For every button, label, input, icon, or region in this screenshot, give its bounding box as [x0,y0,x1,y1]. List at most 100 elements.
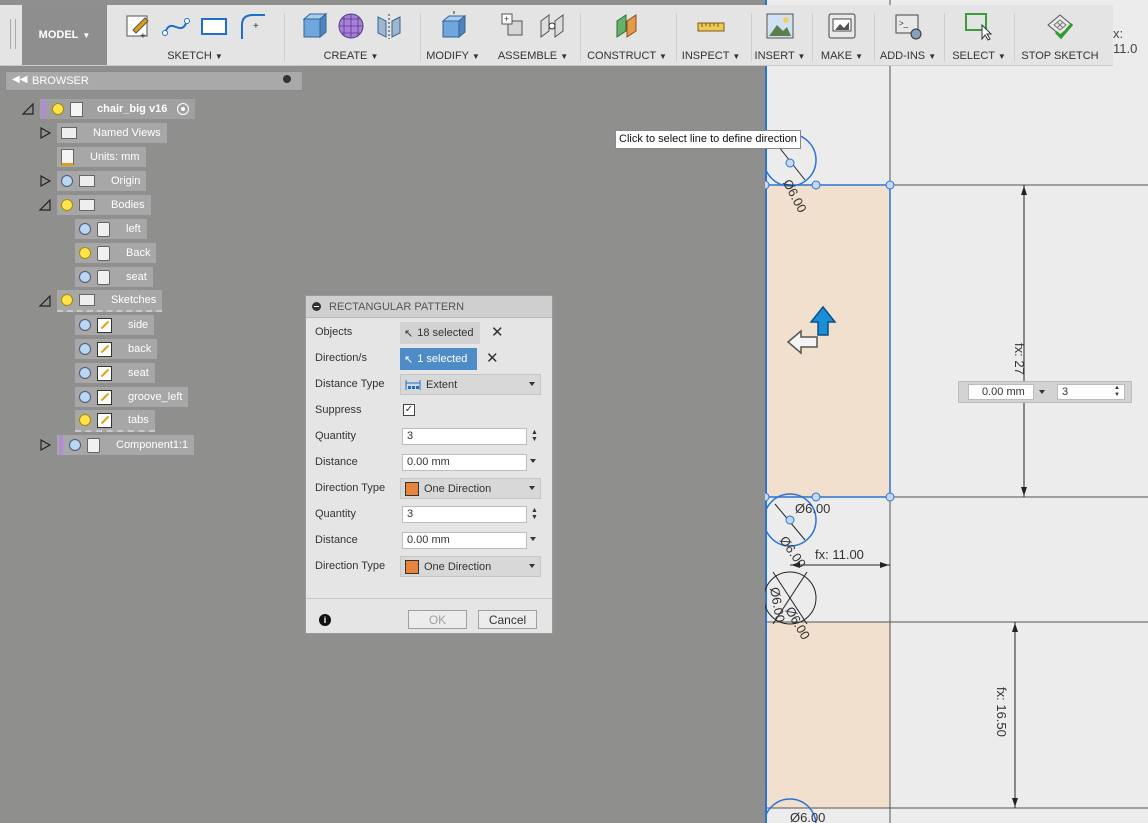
units-pill[interactable]: Units: mm [57,147,146,167]
make-menu[interactable]: MAKE ▼ [814,5,870,65]
collapse-panel-icon[interactable]: ◀◀ [12,74,27,85]
clear-directions-icon[interactable]: ✕ [486,349,499,367]
visibility-bulb-icon[interactable] [52,103,64,115]
visibility-bulb-icon[interactable] [61,294,73,306]
modify-menu[interactable]: MODIFY ▼ [420,5,486,65]
sketch-side-pill[interactable]: side [75,315,155,335]
browser-item-component[interactable]: Component1:1 [39,435,195,455]
select-window-icon[interactable] [964,11,994,41]
visibility-bulb-icon[interactable] [61,175,73,187]
cancel-button[interactable]: Cancel [478,610,537,629]
browser-item-sketch-groove-left[interactable]: groove_left [75,387,189,407]
browser-item-body-left[interactable]: left [75,219,147,239]
insert-image-icon[interactable] [765,11,795,41]
add-ins-menu[interactable]: >_ ADD-INS ▼ [876,5,940,65]
sketch-geometry[interactable]: Ø6.00 Ø6.00 Ø6.00 Ø6.00 Ø6.00 Ø6.00 fx: … [765,0,1148,823]
browser-item-sketch-side[interactable]: side [75,315,155,335]
assemble-menu[interactable]: + ASSEMBLE ▼ [490,5,576,65]
browser-item-body-seat[interactable]: seat [75,267,153,287]
suppress-checkbox[interactable]: ✓ [403,404,415,416]
spline-icon[interactable] [161,11,191,41]
visibility-bulb-icon[interactable] [79,271,91,283]
form-icon[interactable] [336,11,366,41]
minimize-icon[interactable] [283,75,291,83]
visibility-bulb-icon[interactable] [79,343,91,355]
3d-print-icon[interactable] [827,11,857,41]
info-icon[interactable]: i [319,614,331,626]
body-back-pill[interactable]: Back [75,243,157,263]
expand-right-icon[interactable] [39,175,51,187]
hud-quantity-spinner[interactable]: ▲ ▼ [1114,385,1120,399]
browser-item-sketch-seat[interactable]: seat [75,363,155,383]
offset-plane-icon[interactable] [612,11,642,41]
visibility-bulb-icon[interactable] [79,223,91,235]
extrude-icon[interactable] [298,11,328,41]
visibility-bulb-icon[interactable] [79,367,91,379]
browser-item-units[interactable]: Units: mm [57,147,146,167]
browser-item-origin[interactable]: Origin [39,171,147,191]
browser-item-sketch-back[interactable]: back [75,339,158,359]
quantity2-spinner[interactable]: ▲ ▼ [531,507,538,521]
browser-panel-header[interactable]: ◀◀ BROWSER [5,71,303,91]
new-component-icon[interactable]: + [499,11,529,41]
measure-icon[interactable] [696,11,726,41]
expand-right-icon[interactable] [39,127,51,139]
expand-down-icon[interactable] [22,103,34,115]
distance2-dropdown-icon[interactable] [530,537,536,541]
stop-sketch-button[interactable]: STOP SKETCH [1016,5,1104,65]
browser-item-named-views[interactable]: Named Views [39,123,167,143]
insert-menu[interactable]: INSERT ▼ [752,5,808,65]
collapse-dialog-icon[interactable] [312,302,321,311]
workspace-switcher-button[interactable]: MODEL ▼ [22,5,107,65]
browser-item-sketch-tabs[interactable]: tabs [75,410,155,432]
quantity2-input[interactable]: 3 [402,506,527,523]
clear-objects-icon[interactable]: ✕ [491,323,504,341]
expand-down-icon[interactable] [39,199,51,211]
visibility-bulb-icon[interactable] [79,391,91,403]
mirror-icon[interactable] [374,11,404,41]
browser-item-bodies[interactable]: Bodies [39,195,151,215]
sketch-tabs-pill[interactable]: tabs [75,410,155,432]
browser-item-body-back[interactable]: Back [75,243,157,263]
distance1-input[interactable]: 0.00 mm [402,454,527,471]
browser-root-row[interactable]: chair_big v16 [22,99,196,119]
visibility-bulb-icon[interactable] [69,439,81,451]
component-pill[interactable]: Component1:1 [57,435,195,455]
quantity1-spinner[interactable]: ▲ ▼ [531,429,538,443]
rectangle-icon[interactable] [199,11,229,41]
objects-selection-button[interactable]: ↖ 18 selected [400,322,480,344]
direction-type2-dropdown[interactable]: One Direction [400,556,541,577]
activate-radio-icon[interactable] [177,103,190,115]
stop-sketch-icon[interactable] [1045,11,1075,41]
origin-pill[interactable]: Origin [57,171,147,191]
create-sketch-icon[interactable]: + [123,11,153,42]
scripts-addins-icon[interactable]: >_ [893,11,923,41]
distance2-input[interactable]: 0.00 mm [402,532,527,549]
inspect-menu[interactable]: INSPECT ▼ [678,5,744,65]
sketch-canvas[interactable]: Ø6.00 Ø6.00 Ø6.00 Ø6.00 Ø6.00 Ø6.00 fx: … [765,0,1148,823]
visibility-bulb-icon[interactable] [79,319,91,331]
distance-type-dropdown[interactable]: Extent [400,374,541,395]
hud-distance-input[interactable]: 0.00 mm [968,384,1034,400]
sketch-seat-pill[interactable]: seat [75,363,155,383]
quantity1-input[interactable]: 3 [402,428,527,445]
ok-button[interactable]: OK [408,610,467,629]
press-pull-icon[interactable] [438,9,468,41]
direction-type1-dropdown[interactable]: One Direction [400,478,541,499]
expand-right-icon[interactable] [39,439,51,451]
visibility-bulb-icon[interactable] [61,199,73,211]
visibility-bulb-icon[interactable] [79,247,91,259]
body-seat-pill[interactable]: seat [75,267,153,287]
select-menu[interactable]: SELECT ▼ [946,5,1012,65]
named-views-pill[interactable]: Named Views [57,123,167,143]
dialog-title-bar[interactable]: RECTANGULAR PATTERN [306,296,552,318]
sketch-groove-left-pill[interactable]: groove_left [75,387,189,407]
browser-item-sketches[interactable]: Sketches [39,290,163,312]
visibility-bulb-icon[interactable] [79,414,91,426]
create-menu[interactable]: CREATE ▼ [286,5,416,65]
joint-icon[interactable] [537,11,567,41]
toolbar-grip[interactable] [10,19,16,49]
body-left-pill[interactable]: left [75,219,147,239]
sketch-menu[interactable]: + + SKETCH ▼ [110,5,280,65]
root-pill[interactable]: chair_big v16 [40,99,196,119]
